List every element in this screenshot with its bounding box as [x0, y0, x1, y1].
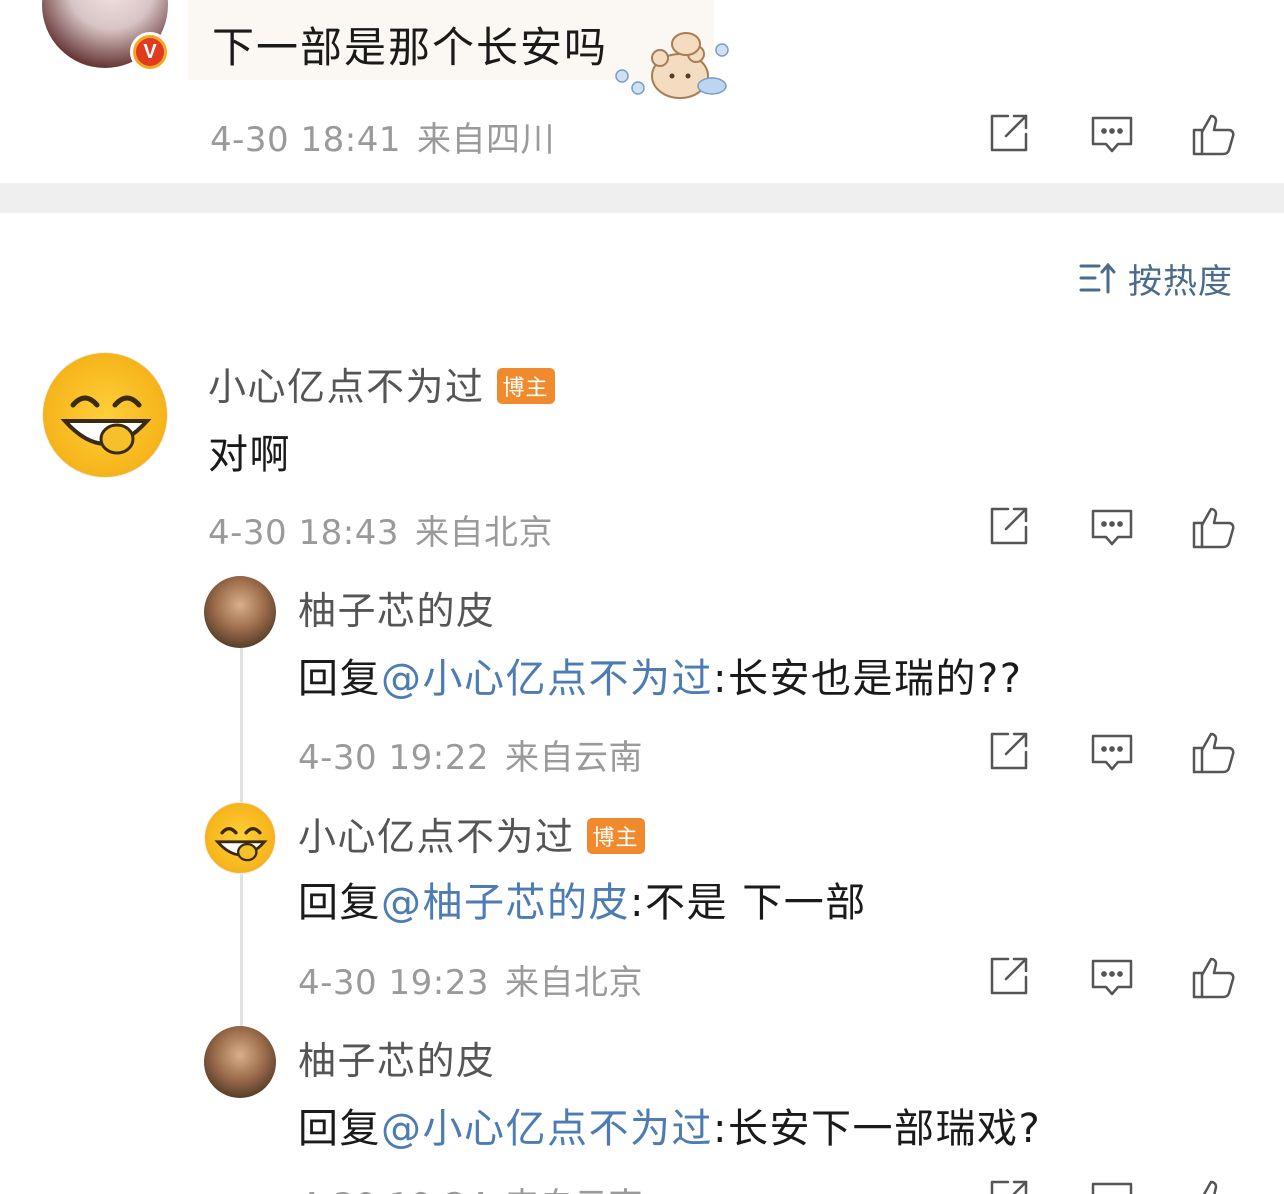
comment-username[interactable]: 小心亿点不为过 博主 [208, 356, 555, 411]
like-icon[interactable] [1190, 728, 1238, 776]
host-badge: 博主 [586, 817, 645, 854]
like-icon[interactable] [1190, 1176, 1238, 1194]
mention-link[interactable]: @柚子芯的皮 [381, 880, 630, 926]
reply-meta: 4-30 19:24 来自云南 [298, 1178, 643, 1194]
share-icon[interactable] [984, 953, 1032, 1001]
reply-location: 来自云南 [505, 1186, 643, 1194]
comment-icon[interactable] [1088, 110, 1136, 158]
comment-location: 来自北京 [414, 513, 553, 553]
comment-icon[interactable] [1088, 503, 1136, 551]
top-comment: V 下一部是那个长安吗 4-30 18:41 来自四川 [0, 0, 1284, 183]
like-icon[interactable] [1190, 953, 1238, 1001]
username-text: 小心亿点不为过 [208, 365, 485, 409]
comment-time: 4-30 18:43 [208, 513, 399, 553]
share-icon[interactable] [984, 728, 1032, 776]
reply-time: 4-30 19:24 [298, 1186, 489, 1194]
sort-label: 按热度 [1128, 261, 1233, 302]
reply-actions [980, 1176, 1240, 1194]
comment-location: 来自四川 [416, 120, 555, 160]
avatar[interactable] [42, 352, 168, 478]
avatar[interactable] [204, 576, 276, 648]
avatar[interactable] [204, 1026, 276, 1098]
section-divider [0, 183, 1284, 213]
grin-face-icon [214, 827, 268, 862]
reply-actions [980, 953, 1240, 1001]
bear-sticker-icon [615, 32, 729, 99]
verified-v-icon: V [130, 32, 170, 72]
reply-text: 回复@小心亿点不为过:长安也是瑞的?? [298, 646, 1022, 704]
reply-username[interactable]: 柚子芯的皮 [298, 1030, 496, 1085]
reply-location: 来自云南 [504, 738, 643, 778]
comment-icon[interactable] [1088, 728, 1136, 776]
mention-link[interactable]: @小心亿点不为过 [381, 1106, 713, 1152]
reply-location: 来自北京 [504, 963, 643, 1003]
host-badge: 博主 [496, 367, 555, 404]
comment-time: 4-30 18:41 [210, 120, 401, 160]
reply-meta: 4-30 19:23 来自北京 [298, 955, 643, 1004]
reply-meta: 4-30 19:22 来自云南 [298, 730, 643, 779]
mention-link[interactable]: @小心亿点不为过 [381, 656, 713, 702]
reply-body: :长安也是瑞的?? [713, 656, 1023, 702]
comment-meta: 4-30 18:41 来自四川 [210, 112, 555, 161]
avatar[interactable] [204, 802, 276, 874]
reply-prefix: 回复 [298, 880, 381, 926]
reply-username[interactable]: 柚子芯的皮 [298, 580, 496, 635]
comment-meta: 4-30 18:43 来自北京 [208, 505, 553, 554]
comment-text: 下一部是那个长安吗 [212, 23, 609, 72]
reply-body: :长安下一部瑞戏? [713, 1106, 1042, 1152]
username-text: 小心亿点不为过 [298, 815, 575, 859]
reply-username[interactable]: 小心亿点不为过 博主 [298, 806, 645, 861]
sort-icon [1079, 262, 1116, 294]
like-icon[interactable] [1190, 503, 1238, 551]
grin-face-icon [60, 395, 152, 455]
comment-actions [980, 503, 1240, 551]
comment-actions [980, 110, 1240, 158]
reply-prefix: 回复 [298, 1106, 381, 1152]
reply-prefix: 回复 [298, 656, 381, 702]
reply-text: 回复@柚子芯的皮:不是 下一部 [298, 870, 867, 928]
like-icon[interactable] [1190, 110, 1238, 158]
share-icon[interactable] [984, 1176, 1032, 1194]
share-icon[interactable] [984, 110, 1032, 158]
comment-page: V 下一部是那个长安吗 4-30 18:41 来自四川 按热度 小心亿点不为过 … [0, 0, 1284, 1194]
sort-toggle[interactable]: 按热度 [1078, 256, 1233, 302]
share-icon[interactable] [984, 503, 1032, 551]
reply-time: 4-30 19:23 [298, 963, 489, 1003]
reply-actions [980, 728, 1240, 776]
comment-icon[interactable] [1088, 953, 1136, 1001]
comment-icon[interactable] [1088, 1176, 1136, 1194]
comment-text: 对啊 [208, 432, 291, 478]
reply-body: :不是 下一部 [630, 880, 867, 926]
reply-text: 回复@小心亿点不为过:长安下一部瑞戏? [298, 1096, 1041, 1154]
reply-time: 4-30 19:22 [298, 738, 489, 778]
